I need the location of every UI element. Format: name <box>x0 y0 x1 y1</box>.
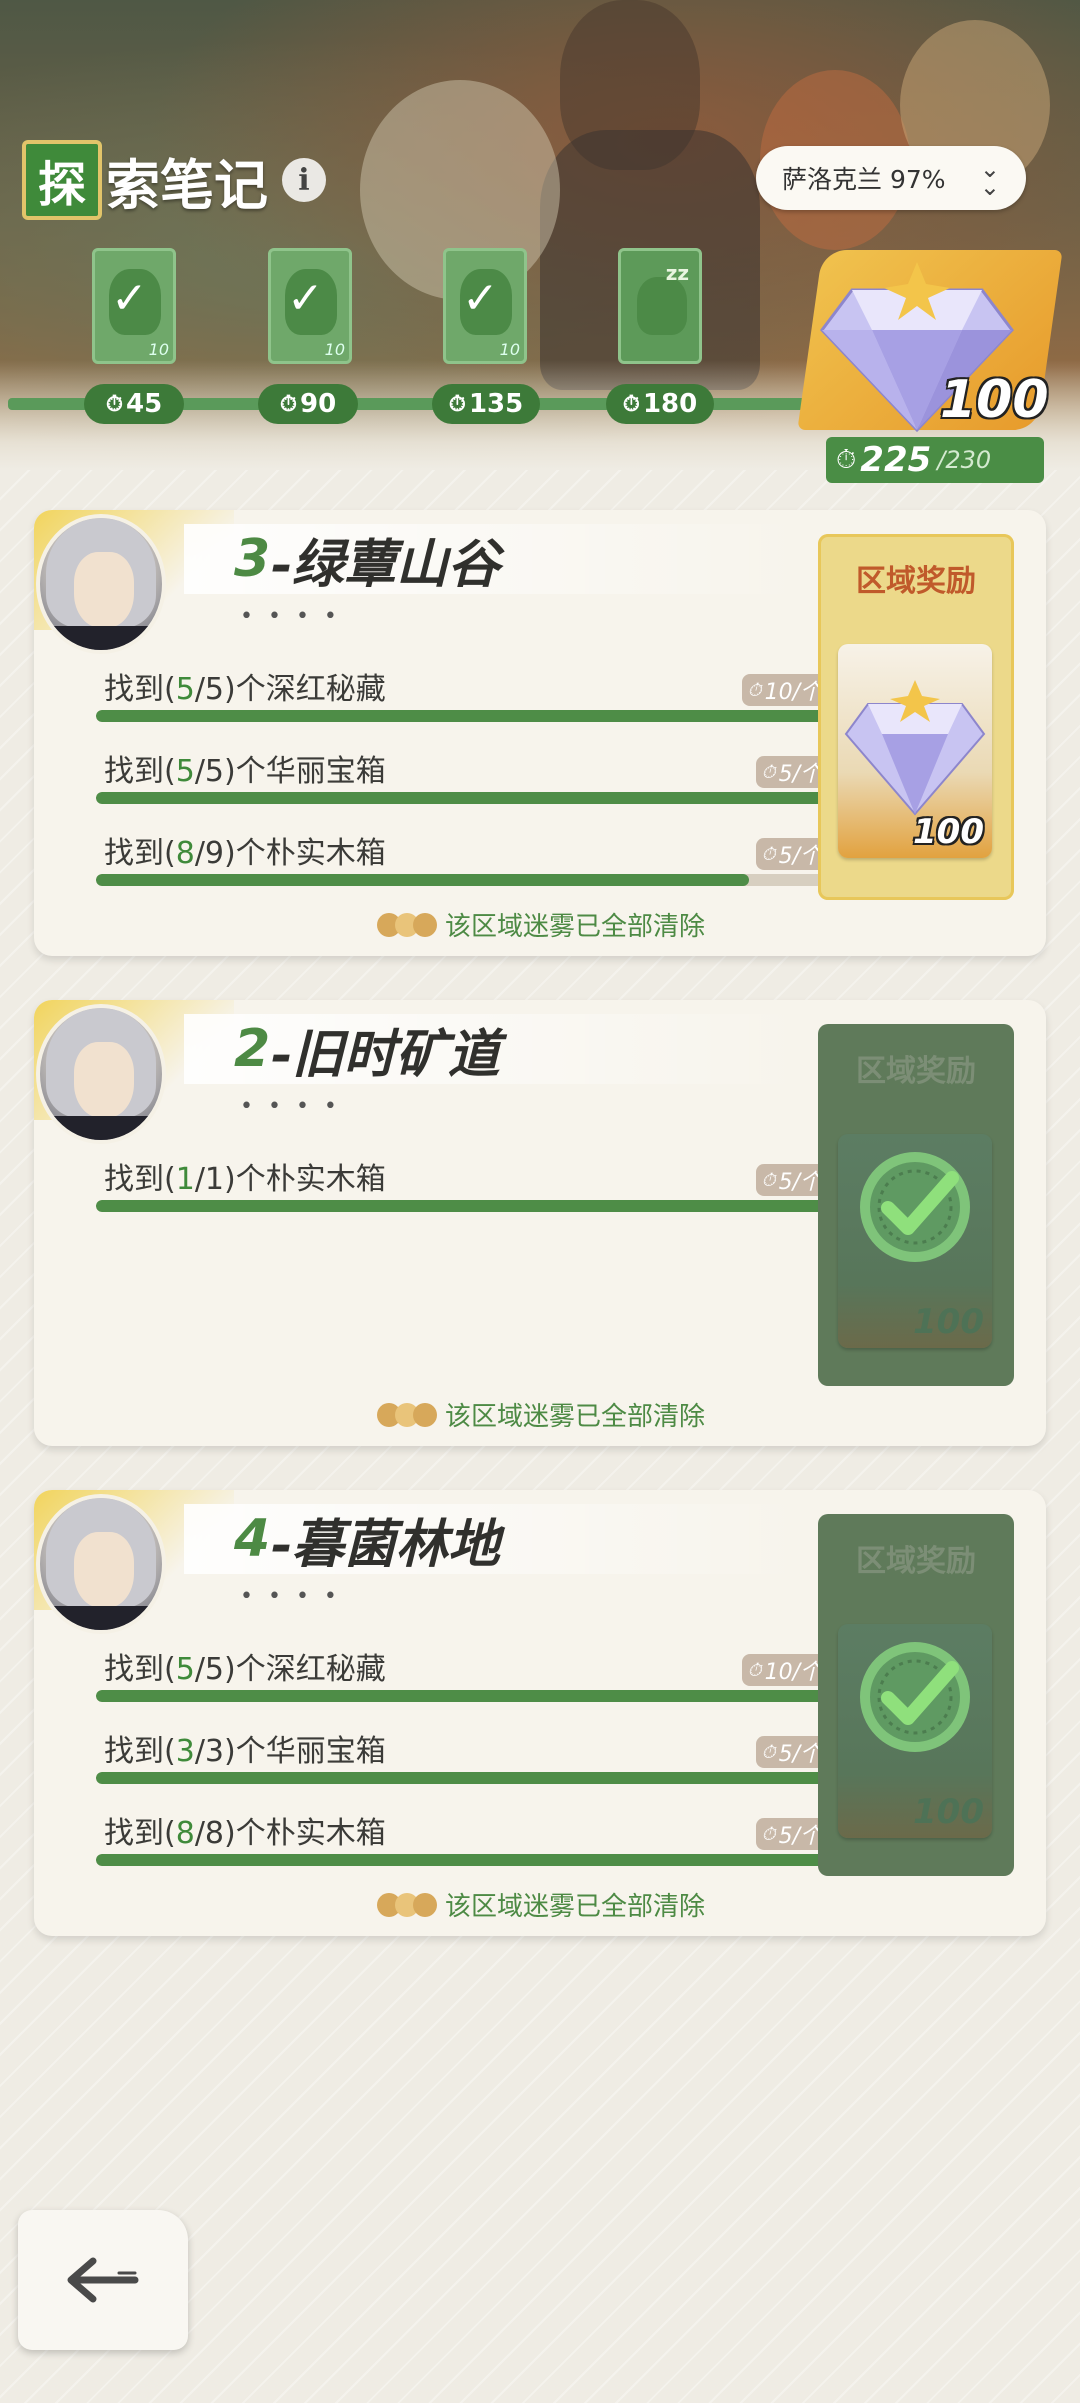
stopwatch-icon: ⏱ <box>761 1169 776 1191</box>
check-icon <box>860 1642 970 1752</box>
stopwatch-icon: ⏱ <box>761 1741 776 1763</box>
area-card-green-valley: 3 -绿蕈山谷 • • • • 找到(5/5)个深红秘藏 ⏱ 10/个 找到(5/5… <box>34 510 1046 956</box>
stopwatch-icon: ⏱ <box>448 391 466 417</box>
area-title: 2 -旧时矿道 <box>184 1014 804 1085</box>
area-dots: • • • • <box>240 1094 341 1119</box>
avatar <box>36 1004 166 1144</box>
area-dots: • • • • <box>240 604 341 629</box>
reward-item: 100 <box>838 644 992 858</box>
task-row: 找到(1/1)个朴实木箱 ⏱ 5/个 <box>70 1154 830 1214</box>
task-row: 找到(5/5)个深红秘藏 ⏱ 10/个 <box>70 664 830 724</box>
milestone-card-90[interactable]: ✓ 10 <box>268 248 352 364</box>
stopwatch-icon: ⏱ <box>105 391 123 417</box>
exploration-score: ⏱ 225 /230 <box>826 437 1044 483</box>
area-title: 4 -暮菌林地 <box>184 1504 804 1575</box>
fog-cleared-note: 该区域迷雾已全部清除 <box>34 906 1046 943</box>
stopwatch-icon: ⏱ <box>747 679 762 701</box>
stopwatch-icon: ⏱ <box>761 761 776 783</box>
area-card-old-mine: 2 -旧时矿道 • • • • 找到(1/1)个朴实木箱 ⏱ 5/个 该区域迷雾已全… <box>34 1000 1046 1446</box>
check-icon: ✓ <box>111 273 148 324</box>
task-progress-bar <box>96 792 830 804</box>
info-icon[interactable]: i <box>282 158 326 202</box>
region-selector[interactable]: 萨洛克兰 97% ⌄ ⌄ <box>756 146 1026 210</box>
stopwatch-icon: ⏱ <box>622 391 640 417</box>
crystal-icon <box>844 680 986 816</box>
milestone-card-45[interactable]: ✓ 10 <box>92 248 176 364</box>
total-reward-value: 100 <box>940 370 1049 430</box>
area-reward-button[interactable]: 区域奖励 100 <box>818 534 1014 900</box>
area-title: 3 -绿蕈山谷 <box>184 524 804 595</box>
avatar <box>36 514 166 654</box>
milestone-pill-180: ⏱ 180 <box>606 384 714 424</box>
task-progress-bar <box>96 1200 830 1212</box>
mascot-icon <box>375 907 437 943</box>
stopwatch-icon: ⏱ <box>836 444 857 475</box>
stopwatch-icon: ⏱ <box>761 1823 776 1845</box>
back-button[interactable] <box>18 2210 188 2350</box>
task-row: 找到(5/5)个华丽宝箱 ⏱ 5/个 <box>70 746 830 806</box>
area-reward-claimed: 区域奖励 100 <box>818 1514 1014 1876</box>
page-title: 探 索笔记 i <box>22 140 326 220</box>
stopwatch-icon: ⏱ <box>279 391 297 417</box>
check-icon: ✓ <box>287 273 324 324</box>
task-progress-bar <box>96 1690 830 1702</box>
region-selector-label: 萨洛克兰 97% <box>782 165 946 194</box>
points-badge: ⏱ 10/个 <box>741 674 830 706</box>
points-badge: ⏱ 10/个 <box>741 1654 830 1686</box>
milestone-card-180[interactable]: zz <box>618 248 702 364</box>
sleep-icon: zz <box>665 261 689 285</box>
task-progress-bar <box>96 874 830 886</box>
task-progress-bar <box>96 1854 830 1866</box>
area-reward-claimed: 区域奖励 100 <box>818 1024 1014 1386</box>
area-dots: • • • • <box>240 1584 341 1609</box>
title-text: 索笔记 <box>106 153 268 217</box>
fog-cleared-note: 该区域迷雾已全部清除 <box>34 1886 1046 1923</box>
avatar <box>36 1494 166 1634</box>
milestone-pill-90: ⏱ 90 <box>258 384 358 424</box>
task-row: 找到(8/9)个朴实木箱 ⏱ 5/个 <box>70 828 830 888</box>
task-row: 找到(8/8)个朴实木箱 ⏱ 5/个 <box>70 1808 830 1868</box>
reward-item: 100 <box>838 1624 992 1838</box>
task-row: 找到(3/3)个华丽宝箱 ⏱ 5/个 <box>70 1726 830 1786</box>
reward-item: 100 <box>838 1134 992 1348</box>
task-progress-bar <box>96 710 830 722</box>
stopwatch-icon: ⏱ <box>747 1659 762 1681</box>
milestone-pill-135: ⏱ 135 <box>432 384 540 424</box>
fog-cleared-note: 该区域迷雾已全部清除 <box>34 1396 1046 1433</box>
mascot-icon <box>375 1397 437 1433</box>
milestone-card-135[interactable]: ✓ 10 <box>443 248 527 364</box>
task-row: 找到(5/5)个深红秘藏 ⏱ 10/个 <box>70 1644 830 1704</box>
title-first-char: 探 <box>22 140 102 220</box>
area-card-dusk-forest: 4 -暮菌林地 • • • • 找到(5/5)个深红秘藏 ⏱ 10/个 找到(3/3… <box>34 1490 1046 1936</box>
back-arrow-icon <box>67 2257 139 2303</box>
check-icon <box>860 1152 970 1262</box>
double-chevron-down-icon: ⌄ ⌄ <box>979 155 1000 201</box>
check-icon: ✓ <box>462 273 499 324</box>
stopwatch-icon: ⏱ <box>761 843 776 865</box>
milestone-pill-45: ⏱ 45 <box>84 384 184 424</box>
task-progress-bar <box>96 1772 830 1784</box>
mascot-icon <box>375 1887 437 1923</box>
